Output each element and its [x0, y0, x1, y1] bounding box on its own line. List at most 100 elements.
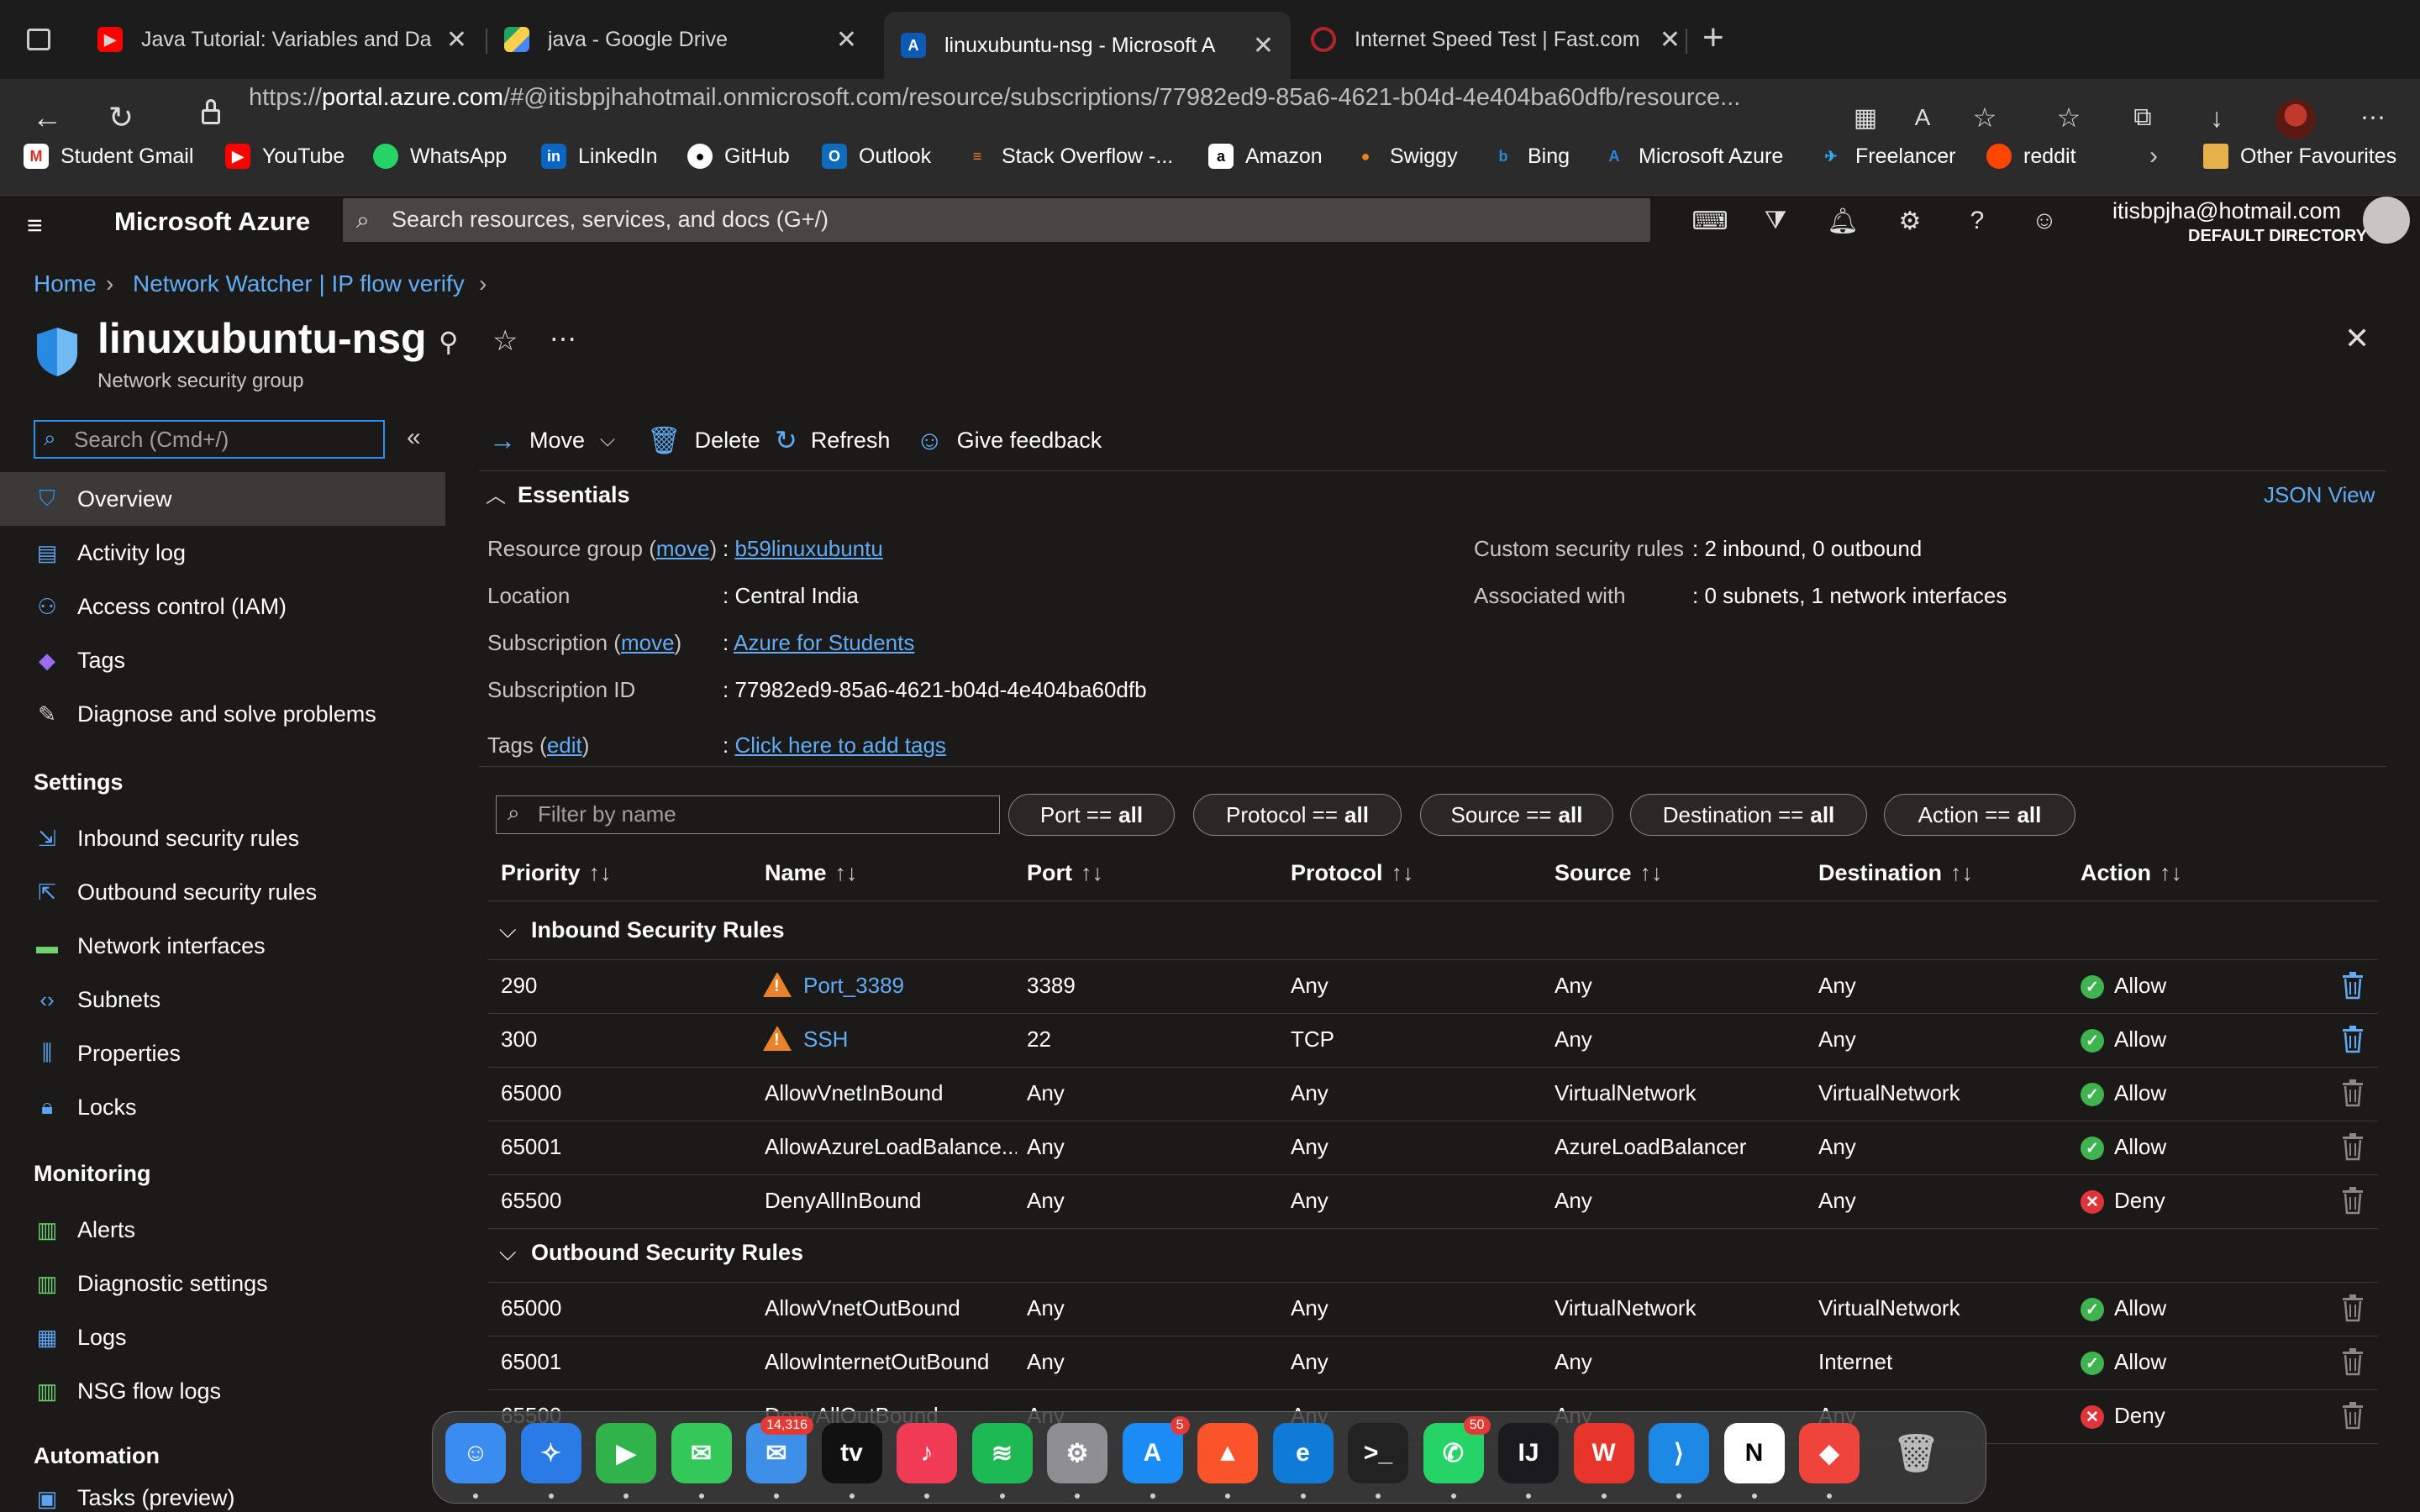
vscode-icon[interactable]: ⟩ — [1649, 1423, 1709, 1483]
bookmark-microsoft-azure[interactable]: A Microsoft Azure — [1602, 141, 1784, 171]
more-options-icon[interactable]: ⋯ — [550, 323, 576, 354]
sidebar-item-access-control[interactable]: ⚇ Access control (IAM) — [0, 580, 445, 633]
source-filter-pill[interactable]: Source == all — [1420, 794, 1613, 836]
cell-name[interactable]: Port_3389 — [763, 973, 1015, 1000]
bookmark-swiggy[interactable]: ● Swiggy — [1353, 141, 1458, 171]
tab-fast-com[interactable]: Internet Speed Test | Fast.com ✕ — [1294, 13, 1697, 66]
account-email[interactable]: itisbpjha@hotmail.com — [2112, 198, 2341, 224]
cell-name[interactable]: SSH — [763, 1026, 1015, 1053]
give-feedback-button[interactable]: ☺ Give feedback — [916, 423, 1102, 457]
account-avatar[interactable] — [2363, 197, 2410, 244]
bookmark-other-favourites[interactable]: Other Favourites — [2203, 141, 2396, 171]
help-icon[interactable]: ? — [1961, 205, 1993, 237]
delete-rule-icon[interactable] — [2341, 1294, 2365, 1322]
move-link[interactable]: move — [656, 536, 710, 561]
favorites-icon[interactable]: ☆ — [2049, 97, 2089, 138]
more-icon[interactable]: ⋯ — [2353, 97, 2393, 138]
add-favorite-icon[interactable]: ☆ — [1965, 97, 2005, 138]
move-link[interactable]: move — [621, 630, 675, 655]
brave-icon[interactable]: ▲ — [1197, 1423, 1258, 1483]
read-aloud-icon[interactable]: A — [1902, 97, 1943, 138]
azure-brand[interactable]: Microsoft Azure — [114, 207, 310, 237]
tab-google-drive[interactable]: java - Google Drive ✕ — [487, 13, 874, 66]
lock-icon[interactable] — [202, 109, 220, 124]
facetime-icon[interactable]: ▶ — [596, 1423, 656, 1483]
url-text[interactable]: https://portal.azure.com/#@itisbpjhahotm… — [249, 84, 1828, 112]
favorite-star-icon[interactable]: ☆ — [492, 324, 518, 358]
bookmark-outlook[interactable]: O Outlook — [822, 141, 931, 171]
new-tab-button[interactable]: + — [1702, 17, 1724, 59]
sidebar-item-subnets[interactable]: ‹› Subnets — [0, 973, 445, 1026]
bookmark-youtube[interactable]: ▶ YouTube — [225, 141, 345, 171]
tab-java-tutorial[interactable]: ▶ Java Tutorial: Variables and Da ✕ — [81, 13, 484, 66]
protocol-filter-pill[interactable]: Protocol == all — [1193, 794, 1402, 836]
pin-icon[interactable]: ⚲ — [439, 326, 458, 358]
appstore-icon[interactable]: A5 — [1122, 1416, 1190, 1483]
terminal-icon[interactable]: >_ — [1348, 1423, 1408, 1483]
group-header-inbound[interactable]: ⌵ Inbound Security Rules — [499, 917, 785, 944]
settings-gear-icon[interactable]: ⚙ — [1894, 205, 1926, 237]
close-tab-icon[interactable]: ✕ — [836, 25, 857, 55]
anydesk-icon[interactable]: ◆ — [1799, 1423, 1860, 1483]
sidebar-item-activity-log[interactable]: ▤ Activity log — [0, 526, 445, 580]
column-header-name[interactable]: Name ↑↓ — [765, 860, 858, 886]
bookmark-reddit[interactable]: reddit — [1986, 141, 2076, 171]
trash-icon[interactable]: 🗑︎ — [1886, 1423, 1947, 1483]
system-preferences-icon[interactable]: ⚙ — [1047, 1423, 1107, 1483]
sidebar-item-tags[interactable]: ◆ Tags — [0, 633, 445, 687]
edge-icon[interactable]: e — [1272, 1423, 1334, 1483]
delete-rule-icon[interactable] — [2341, 1079, 2365, 1107]
cloud-shell-icon[interactable]: ⌨ — [1691, 205, 1728, 237]
bookmark-linkedin[interactable]: in LinkedIn — [541, 141, 658, 171]
bookmark-student-gmail[interactable]: M Student Gmail — [24, 141, 193, 171]
json-view-link[interactable]: JSON View — [2264, 482, 2375, 508]
column-header-priority[interactable]: Priority ↑↓ — [501, 860, 612, 886]
sidebar-item-logs[interactable]: ▦ Logs — [0, 1310, 445, 1364]
feedback-icon[interactable]: ☺ — [2028, 205, 2060, 237]
music-icon[interactable]: ♪ — [897, 1423, 957, 1483]
delete-rule-icon[interactable] — [2341, 1025, 2365, 1053]
sidebar-item-tasks[interactable]: ▣ Tasks (preview) — [0, 1485, 445, 1512]
group-header-outbound[interactable]: ⌵ Outbound Security Rules — [499, 1240, 803, 1267]
sidebar-item-nsg-flow-logs[interactable]: ▥ NSG flow logs — [0, 1364, 445, 1418]
sidebar-item-network-interfaces[interactable]: ▬ Network interfaces — [0, 919, 445, 973]
notifications-icon[interactable]: 🔔︎ — [1827, 205, 1859, 237]
finder-icon[interactable]: ☺ — [445, 1423, 506, 1483]
bookmark-stack-overflow[interactable]: ≡ Stack Overflow -... — [965, 141, 1173, 171]
breadcrumb-parent[interactable]: Network Watcher | IP flow verify — [133, 270, 465, 297]
bookmark-freelancer[interactable]: ✈ Freelancer — [1818, 141, 1955, 171]
destination-filter-pill[interactable]: Destination == all — [1630, 794, 1867, 836]
collections-icon[interactable]: ⧉ — [2123, 97, 2163, 138]
column-header-destination[interactable]: Destination ↑↓ — [1818, 860, 1973, 886]
breadcrumb-home[interactable]: Home — [34, 270, 97, 297]
sidebar-item-diagnose[interactable]: ✎ Diagnose and solve problems — [0, 687, 445, 741]
downloads-icon[interactable]: ↓ — [2196, 97, 2237, 138]
appletv-icon[interactable]: tv — [821, 1423, 882, 1483]
bookmark-amazon[interactable]: a Amazon — [1208, 141, 1323, 171]
reload-icon[interactable]: ↻ — [101, 97, 141, 138]
bookmark-github[interactable]: ● GitHub — [687, 141, 790, 171]
collapse-sidebar-icon[interactable]: « — [407, 423, 421, 452]
column-header-source[interactable]: Source ↑↓ — [1555, 860, 1663, 886]
intellij-icon[interactable]: IJ — [1498, 1423, 1559, 1483]
bookmarks-overflow-chevron[interactable]: › — [2149, 141, 2158, 171]
edit-tags-link[interactable]: edit — [547, 732, 582, 758]
sidebar-item-locks[interactable]: 🔒︎ Locks — [0, 1080, 445, 1134]
delete-rule-icon[interactable] — [2341, 971, 2365, 1000]
delete-rule-icon[interactable] — [2341, 1132, 2365, 1161]
sidebar-item-diagnostic-settings[interactable]: ▥ Diagnostic settings — [0, 1257, 445, 1310]
account-directory[interactable]: DEFAULT DIRECTORY — [2188, 227, 2367, 246]
port-filter-pill[interactable]: Port == all — [1008, 794, 1175, 836]
safari-icon[interactable]: ✧ — [520, 1423, 581, 1483]
directory-filter-icon[interactable]: ⧩ — [1760, 205, 1791, 237]
tab-actions-icon[interactable] — [27, 29, 50, 50]
sidebar-item-outbound-rules[interactable]: ⇱ Outbound security rules — [0, 865, 445, 919]
delete-rule-icon[interactable] — [2341, 1186, 2365, 1215]
move-button[interactable]: → Move ⌵ — [489, 423, 615, 457]
sidebar-item-properties[interactable]: ⫼ Properties — [0, 1026, 445, 1080]
delete-rule-icon[interactable] — [2341, 1347, 2365, 1376]
back-icon[interactable]: ← — [27, 97, 67, 138]
bookmark-whatsapp[interactable]: WhatsApp — [373, 141, 507, 171]
bookmark-bing[interactable]: b Bing — [1491, 141, 1570, 171]
resource-group-link[interactable]: b59linuxubuntu — [734, 536, 882, 561]
